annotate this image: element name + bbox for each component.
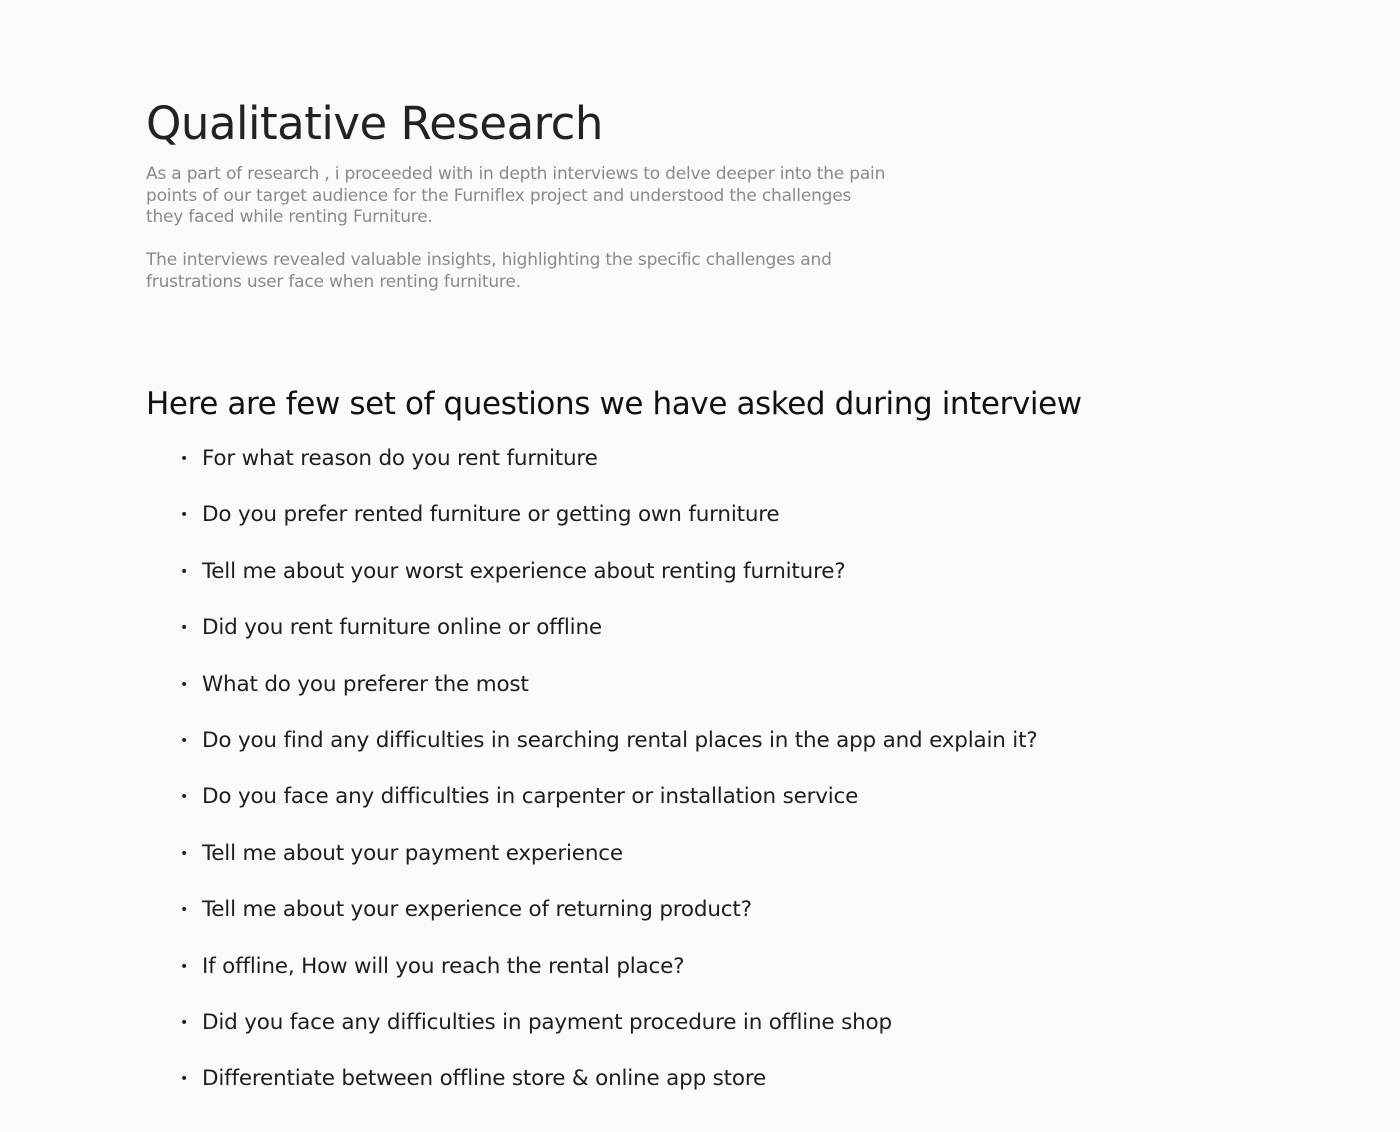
bullet-icon: •: [180, 902, 189, 919]
bullet-icon: •: [180, 507, 189, 524]
question-item: • If offline, How will you reach the ren…: [0, 946, 1100, 1002]
question-item: • Do you prefer rented furniture or gett…: [0, 494, 1100, 550]
intro-paragraph-1: As a part of research , i proceeded with…: [146, 164, 886, 227]
bullet-icon: •: [180, 845, 189, 862]
intro-paragraph-2: The interviews revealed valuable insight…: [146, 250, 832, 292]
bullet-icon: •: [180, 1014, 189, 1031]
question-item: • Did you face any difficulties in payme…: [0, 1002, 1100, 1058]
bullet-icon: •: [180, 958, 189, 975]
question-item: • Differentiate between offline store & …: [0, 1058, 1100, 1114]
bullet-icon: •: [180, 732, 189, 749]
question-text: If offline, How will you reach the renta…: [202, 953, 685, 979]
bullet-icon: •: [180, 620, 189, 637]
question-item: • Did you rent furniture online or offli…: [0, 607, 1100, 663]
page: Qualitative Research As a part of resear…: [0, 0, 1400, 1132]
question-text: For what reason do you rent furniture: [202, 446, 598, 471]
question-item: • Tell me about your worst experience ab…: [0, 551, 1100, 607]
bullet-icon: •: [180, 451, 189, 467]
bullet-icon: •: [180, 563, 189, 580]
question-text: Tell me about your payment experience: [202, 840, 623, 866]
questions-list: • For what reason do you rent furniture …: [0, 438, 1100, 1115]
question-text: Do you find any difficulties in searchin…: [202, 727, 1038, 753]
bullet-icon: •: [180, 676, 189, 693]
questions-heading: Here are few set of questions we have as…: [146, 386, 1082, 422]
question-text: Do you prefer rented furniture or gettin…: [202, 502, 780, 528]
question-text: Tell me about your experience of returni…: [202, 897, 752, 923]
question-item: • Tell me about your experience of retur…: [0, 889, 1100, 945]
question-item: • Do you face any difficulties in carpen…: [0, 776, 1100, 832]
page-title: Qualitative Research: [146, 97, 603, 150]
question-text: Did you face any difficulties in payment…: [202, 1009, 892, 1035]
question-item: • Tell me about your payment experience: [0, 833, 1100, 889]
question-text: Did you rent furniture online or offline: [202, 615, 602, 641]
question-item: • What do you preferer the most: [0, 664, 1100, 720]
bullet-icon: •: [180, 1071, 189, 1088]
question-text: Do you face any difficulties in carpente…: [202, 784, 859, 810]
question-text: What do you preferer the most: [202, 671, 529, 697]
bullet-icon: •: [180, 789, 189, 806]
question-text: Tell me about your worst experience abou…: [202, 558, 846, 584]
question-text: Differentiate between offline store & on…: [202, 1066, 767, 1092]
question-item: • Do you find any difficulties in search…: [0, 720, 1100, 776]
question-item: • For what reason do you rent furniture: [0, 438, 1100, 494]
